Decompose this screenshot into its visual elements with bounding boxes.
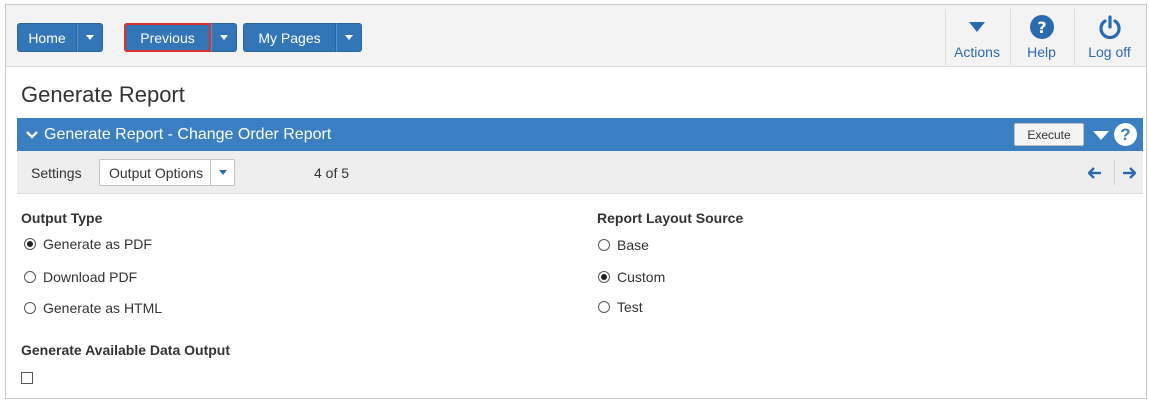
top-navigation-bar: Home Previous My Pages Actions ? Help Lo… (6, 5, 1146, 67)
output-type-heading: Output Type (21, 210, 103, 226)
actions-menu-button[interactable]: Actions (945, 9, 1008, 65)
next-step-arrow-icon[interactable] (1119, 163, 1139, 183)
home-button[interactable]: Home (17, 23, 77, 52)
help-label: Help (1027, 44, 1056, 60)
radio-generate-html[interactable]: Generate as HTML (24, 300, 162, 316)
select-value: Output Options (100, 160, 212, 185)
log-off-button[interactable]: Log off (1074, 9, 1144, 65)
my-pages-menu-button[interactable] (336, 23, 362, 52)
caret-down-icon (218, 170, 227, 175)
caret-down-icon (345, 35, 353, 40)
radio-base[interactable]: Base (598, 237, 649, 253)
radio-label: Test (617, 299, 643, 315)
radio-circle[interactable] (24, 271, 36, 283)
previous-nav-group: Previous (124, 23, 237, 52)
app-window: Home Previous My Pages Actions ? Help Lo… (5, 4, 1147, 399)
radio-circle[interactable] (598, 301, 610, 313)
settings-label: Settings (31, 165, 82, 181)
execute-button[interactable]: Execute (1014, 123, 1084, 146)
home-menu-button[interactable] (77, 23, 103, 52)
radio-circle[interactable] (24, 238, 36, 250)
my-pages-button[interactable]: My Pages (243, 23, 336, 52)
arrow-divider (1114, 160, 1115, 185)
radio-label: Download PDF (43, 269, 138, 285)
select-dropdown-button[interactable] (211, 160, 234, 185)
log-off-label: Log off (1088, 44, 1131, 60)
radio-test[interactable]: Test (598, 299, 643, 315)
generate-data-output-checkbox[interactable] (21, 372, 33, 384)
report-layout-source-heading: Report Layout Source (597, 210, 744, 226)
page-title: Generate Report (21, 82, 185, 107)
step-counter: 4 of 5 (314, 165, 350, 181)
radio-download-pdf[interactable]: Download PDF (24, 269, 137, 285)
caret-down-icon (86, 35, 94, 40)
panel-menu-caret-icon[interactable] (1093, 131, 1109, 140)
radio-circle[interactable] (24, 302, 36, 314)
mypages-nav-group: My Pages (243, 23, 362, 52)
radio-label: Generate as HTML (43, 300, 163, 316)
actions-label: Actions (954, 44, 1000, 60)
previous-step-arrow-icon[interactable] (1085, 163, 1105, 183)
radio-label: Custom (617, 269, 666, 285)
panel-header: Generate Report - Change Order Report Ex… (17, 118, 1143, 151)
radio-generate-pdf[interactable]: Generate as PDF (24, 236, 152, 252)
settings-bar: Settings Output Options 4 of 5 (17, 151, 1143, 194)
caret-down-icon (969, 14, 985, 40)
power-icon (1098, 14, 1122, 40)
radio-label: Base (617, 237, 649, 253)
radio-custom[interactable]: Custom (598, 269, 665, 285)
home-nav-group: Home (17, 23, 103, 52)
svg-text:?: ? (1037, 18, 1046, 37)
panel-title: Generate Report - Change Order Report (44, 125, 332, 143)
radio-circle[interactable] (598, 239, 610, 251)
question-circle-icon: ? (1029, 14, 1054, 40)
radio-label: Generate as PDF (43, 236, 152, 252)
previous-button[interactable]: Previous (124, 23, 211, 52)
panel-help-icon[interactable]: ? (1114, 123, 1137, 146)
output-options-select[interactable]: Output Options (99, 159, 236, 186)
generate-data-output-heading: Generate Available Data Output (21, 342, 231, 358)
caret-down-icon (220, 35, 228, 40)
previous-menu-button[interactable] (211, 23, 237, 52)
radio-circle[interactable] (598, 271, 610, 283)
chevron-down-icon[interactable] (26, 130, 38, 140)
help-button[interactable]: ? Help (1010, 9, 1072, 65)
